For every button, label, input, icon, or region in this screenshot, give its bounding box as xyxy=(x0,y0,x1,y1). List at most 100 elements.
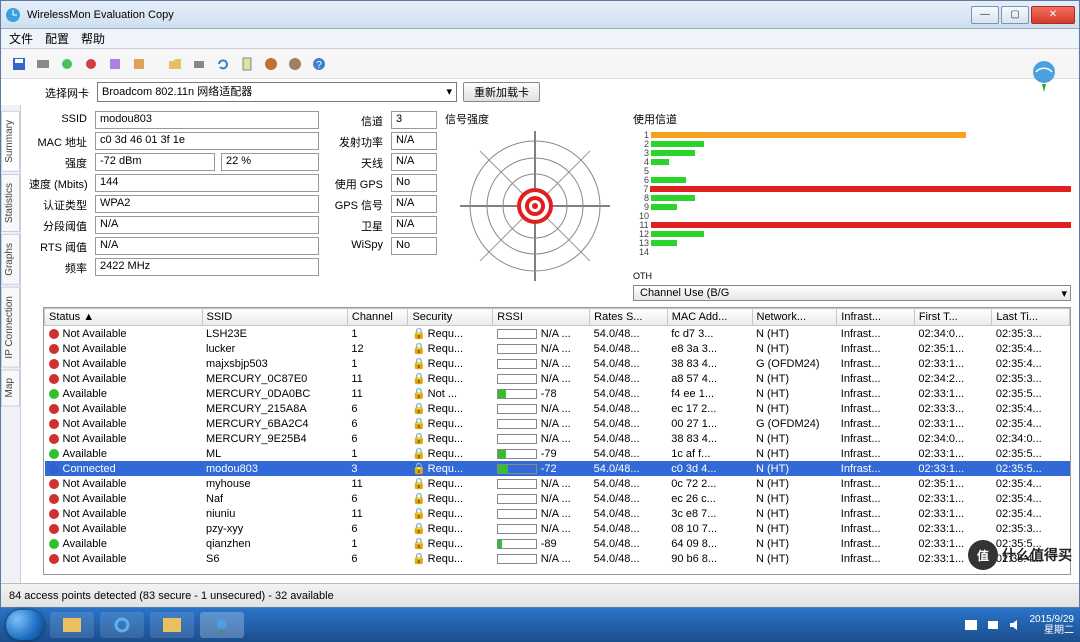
tool-icon-1[interactable] xyxy=(33,54,53,74)
txpower-label: 发射功率 xyxy=(329,132,385,150)
usegps-value: No xyxy=(391,174,437,192)
mac-value: c0 3d 46 01 3f 1e xyxy=(95,132,319,150)
col-header[interactable]: Status ▲ xyxy=(45,309,203,326)
frag-value: N/A xyxy=(95,216,319,234)
col-header[interactable]: Security xyxy=(408,309,493,326)
frag-label: 分段阈值 xyxy=(29,216,89,234)
tab-summary[interactable]: Summary xyxy=(1,111,20,172)
channels-title: 使用信道 xyxy=(633,111,677,127)
tool-icon-3[interactable] xyxy=(129,54,149,74)
menu-help[interactable]: 帮助 xyxy=(81,30,105,47)
network-table[interactable]: Status ▲SSIDChannelSecurityRSSIRates S..… xyxy=(43,307,1071,575)
adapter-dropdown[interactable]: Broadcom 802.11n 网络适配器 xyxy=(97,82,457,102)
open-icon[interactable] xyxy=(165,54,185,74)
col-header[interactable]: Channel xyxy=(347,309,408,326)
table-row[interactable]: Not Availablemajxsbjp5031🔒Requ...N/A ...… xyxy=(45,356,1070,371)
side-tabs: Summary Statistics Graphs IP Connection … xyxy=(1,105,21,583)
col-header[interactable]: Network... xyxy=(752,309,837,326)
channel-combo[interactable]: Channel Use (B/G xyxy=(633,285,1071,301)
table-row[interactable]: Not Availableniuniu11🔒Requ...N/A ...54.0… xyxy=(45,506,1070,521)
close-button[interactable]: ✕ xyxy=(1031,6,1075,24)
tab-ipconn[interactable]: IP Connection xyxy=(1,287,20,368)
tab-graphs[interactable]: Graphs xyxy=(1,234,20,285)
maximize-button[interactable]: ▢ xyxy=(1001,6,1029,24)
print-icon[interactable] xyxy=(189,54,209,74)
tab-map[interactable]: Map xyxy=(1,369,20,406)
task-explorer[interactable] xyxy=(50,612,94,638)
status-text: 84 access points detected (83 secure - 1… xyxy=(9,590,334,602)
radar-chart xyxy=(460,131,610,281)
col-header[interactable]: SSID xyxy=(202,309,347,326)
menu-file[interactable]: 文件 xyxy=(9,30,33,47)
task-ie[interactable] xyxy=(100,612,144,638)
reload-button[interactable]: 重新加载卡 xyxy=(463,82,540,102)
speed-value: 144 xyxy=(95,174,319,192)
tool-icon-2[interactable] xyxy=(105,54,125,74)
task-wirelessmon[interactable] xyxy=(200,612,244,638)
speed-label: 速度 (Mbits) xyxy=(29,174,89,192)
txpower-value: N/A xyxy=(391,132,437,150)
table-row[interactable]: Availableqianzhen1🔒Requ...-8954.0/48...6… xyxy=(45,536,1070,551)
col-header[interactable]: Rates S... xyxy=(590,309,668,326)
antenna-label: 天线 xyxy=(329,153,385,171)
col-header[interactable]: Last Ti... xyxy=(992,309,1070,326)
clipboard-icon[interactable] xyxy=(237,54,257,74)
table-row[interactable]: Not AvailableNaf6🔒Requ...N/A ...54.0/48.… xyxy=(45,491,1070,506)
usegps-label: 使用 GPS xyxy=(329,174,385,192)
help-icon[interactable]: ? xyxy=(309,54,329,74)
table-row[interactable]: Not AvailableMERCURY_6BA2C46🔒Requ...N/A … xyxy=(45,416,1070,431)
sat-label: 卫星 xyxy=(329,216,385,234)
titlebar: WirelessMon Evaluation Copy — ▢ ✕ xyxy=(1,1,1079,29)
taskbar: 2015/9/29 星期二 xyxy=(0,608,1080,642)
disconnect-icon[interactable] xyxy=(81,54,101,74)
strength-value: -72 dBm xyxy=(95,153,215,171)
rts-label: RTS 阈值 xyxy=(29,237,89,255)
table-row[interactable]: Not AvailableS66🔒Requ...N/A ...54.0/48..… xyxy=(45,551,1070,566)
watermark-text: 什么值得买 xyxy=(1002,545,1072,565)
menu-config[interactable]: 配置 xyxy=(45,30,69,47)
statusbar: 84 access points detected (83 secure - 1… xyxy=(1,583,1079,607)
watermark-icon: 值 xyxy=(968,540,998,570)
minimize-button[interactable]: — xyxy=(971,6,999,24)
table-row[interactable]: Not AvailableMERCURY_0C87E011🔒Requ...N/A… xyxy=(45,371,1070,386)
ssid-label: SSID xyxy=(29,111,89,129)
table-row[interactable]: AvailableMERCURY_0DA0BC11🔒Not ...-7854.0… xyxy=(45,386,1070,401)
ssid-value: modou803 xyxy=(95,111,319,129)
save-icon[interactable] xyxy=(9,54,29,74)
table-row[interactable]: Not Availablelucker12🔒Requ...N/A ...54.0… xyxy=(45,341,1070,356)
radar-title: 信号强度 xyxy=(445,111,489,127)
table-row[interactable]: Not Availablepzy-xyy6🔒Requ...N/A ...54.0… xyxy=(45,521,1070,536)
stop-icon[interactable] xyxy=(285,54,305,74)
table-row[interactable]: Connectedmodou8033🔒Requ...-7254.0/48...c… xyxy=(45,461,1070,476)
tray-date: 2015/9/29 xyxy=(1030,614,1075,625)
table-row[interactable]: Not Availablemyhouse11🔒Requ...N/A ...54.… xyxy=(45,476,1070,491)
strength-pct: 22 % xyxy=(221,153,319,171)
task-folder2[interactable] xyxy=(150,612,194,638)
col-header[interactable]: First T... xyxy=(914,309,992,326)
start-button[interactable] xyxy=(6,610,44,640)
mac-label: MAC 地址 xyxy=(29,132,89,150)
strength-label: 强度 xyxy=(29,153,89,171)
tray-net-icon[interactable] xyxy=(986,618,1000,632)
table-row[interactable]: Not AvailableMERCURY_9E25B46🔒Requ...N/A … xyxy=(45,431,1070,446)
connect-icon[interactable] xyxy=(57,54,77,74)
tab-statistics[interactable]: Statistics xyxy=(1,174,20,232)
table-row[interactable]: Not AvailableLSH23E1🔒Requ...N/A ...54.0/… xyxy=(45,326,1070,342)
globe-icon[interactable] xyxy=(261,54,281,74)
toolbar: ? xyxy=(1,49,1079,79)
col-header[interactable]: RSSI xyxy=(493,309,590,326)
col-header[interactable]: MAC Add... xyxy=(667,309,752,326)
window-title: WirelessMon Evaluation Copy xyxy=(27,9,174,21)
refresh-icon[interactable] xyxy=(213,54,233,74)
logo-icon xyxy=(1024,54,1064,97)
col-header[interactable]: Infrast... xyxy=(837,309,915,326)
channel-bars: 1234567891011121314 xyxy=(633,131,1071,271)
freq-label: 频率 xyxy=(29,258,89,276)
tray-vol-icon[interactable] xyxy=(1008,618,1022,632)
table-row[interactable]: Not AvailableMERCURY_215A8A6🔒Requ...N/A … xyxy=(45,401,1070,416)
chan-label: 信道 xyxy=(329,111,385,129)
rts-value: N/A xyxy=(95,237,319,255)
table-row[interactable]: AvailableML1🔒Requ...-7954.0/48...1c af f… xyxy=(45,446,1070,461)
tray-flag-icon[interactable] xyxy=(964,618,978,632)
svg-text:?: ? xyxy=(316,60,322,71)
